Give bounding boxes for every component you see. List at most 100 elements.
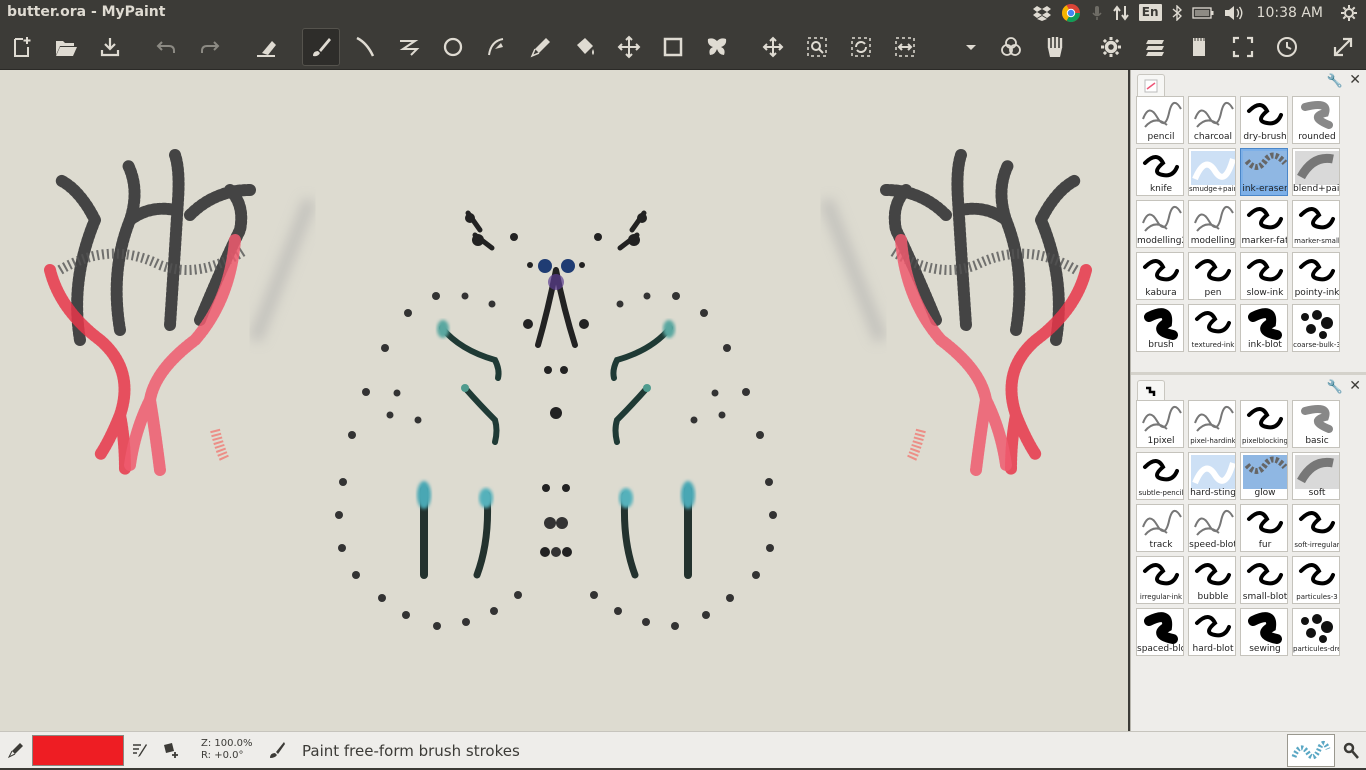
brush-coarse-bulk-3[interactable]: coarse-bulk-3: [1292, 304, 1340, 352]
brush-sewing[interactable]: sewing: [1240, 608, 1288, 656]
brush-ink-eraser[interactable]: ink-eraser: [1240, 148, 1288, 196]
drawing-canvas[interactable]: [0, 70, 1128, 731]
brush-speed-blot[interactable]: speed-blot: [1188, 504, 1236, 552]
ellipse-tool-icon[interactable]: [434, 28, 472, 66]
volume-icon[interactable]: [1224, 0, 1244, 25]
symmetry-butterfly-icon[interactable]: [698, 28, 736, 66]
current-color-swatch[interactable]: [32, 735, 124, 766]
brush-selector-icon[interactable]: [1036, 28, 1074, 66]
chrome-icon[interactable]: [1061, 0, 1081, 25]
brush-brush[interactable]: brush: [1136, 304, 1184, 352]
new-document-icon[interactable]: [3, 28, 41, 66]
window-titlebar: butter.ora - MyPaint En 10:38 AM: [0, 0, 1366, 25]
brush-pointy-ink[interactable]: pointy-ink: [1292, 252, 1340, 300]
preferences-gear-icon[interactable]: [1092, 28, 1130, 66]
brush-ink-blot[interactable]: ink-blot: [1240, 304, 1288, 352]
inking-tool-icon[interactable]: [346, 28, 384, 66]
brush-charcoal[interactable]: charcoal: [1188, 96, 1236, 144]
brush-dry-brush[interactable]: dry-brush: [1240, 96, 1288, 144]
rotate-view-icon[interactable]: [842, 28, 880, 66]
main-menu-icon[interactable]: [1136, 28, 1174, 66]
open-folder-icon[interactable]: [47, 28, 85, 66]
brush-knife[interactable]: knife: [1136, 148, 1184, 196]
brush-smudge-paint[interactable]: smudge+paint: [1188, 148, 1236, 196]
history-clock-icon[interactable]: [1268, 28, 1306, 66]
brush-small-blot[interactable]: small-blot: [1240, 556, 1288, 604]
zoom-view-icon[interactable]: [798, 28, 836, 66]
pin-icon[interactable]: 🔧: [1327, 74, 1343, 89]
undo-icon[interactable]: [147, 28, 185, 66]
brush-basic[interactable]: basic: [1292, 400, 1340, 448]
color-picker-icon[interactable]: [6, 740, 26, 760]
brush-pencil[interactable]: pencil: [1136, 96, 1184, 144]
brush-pixel-hardink[interactable]: pixel-hardink: [1188, 400, 1236, 448]
brush-group-tab-1[interactable]: [1137, 74, 1165, 96]
brush-group-tab-2[interactable]: [1137, 380, 1165, 402]
panel-divider[interactable]: [1131, 372, 1366, 375]
brush-kabura[interactable]: kabura: [1136, 252, 1184, 300]
brush-label: kabura: [1145, 288, 1177, 298]
brush-blend-paint[interactable]: blend+paint: [1292, 148, 1340, 196]
brush-irregular-ink[interactable]: irregular-ink: [1136, 556, 1184, 604]
brush-pen[interactable]: pen: [1188, 252, 1236, 300]
brush-modelling2[interactable]: modelling2: [1136, 200, 1184, 248]
eraser-icon[interactable]: [247, 28, 285, 66]
current-brush-preview[interactable]: [1287, 734, 1335, 767]
add-layer-icon[interactable]: [161, 740, 181, 760]
pin-icon[interactable]: 🔧: [1327, 380, 1343, 395]
clock[interactable]: 10:38 AM: [1257, 0, 1323, 25]
freehand-brush-icon[interactable]: [302, 28, 340, 66]
brush-marker-fat[interactable]: marker-fat: [1240, 200, 1288, 248]
close-icon[interactable]: ✕: [1349, 72, 1361, 88]
network-transfer-icon[interactable]: [1112, 0, 1129, 25]
brush-bubble[interactable]: bubble: [1188, 556, 1236, 604]
power-settings-icon[interactable]: [1340, 0, 1358, 25]
close-icon[interactable]: ✕: [1349, 378, 1361, 394]
redo-icon[interactable]: [191, 28, 229, 66]
flood-fill-icon[interactable]: [566, 28, 604, 66]
brush-rounded[interactable]: rounded: [1292, 96, 1340, 144]
brush-hard-blot[interactable]: hard-blot: [1188, 608, 1236, 656]
dropbox-icon[interactable]: [1032, 0, 1051, 25]
bezier-curve-icon[interactable]: [478, 28, 516, 66]
expand-panels-icon[interactable]: [1324, 28, 1362, 66]
brush-soft[interactable]: soft: [1292, 452, 1340, 500]
brush-subtle-pencil[interactable]: subtle-pencil: [1136, 452, 1184, 500]
brush-modelling[interactable]: modelling: [1188, 200, 1236, 248]
brush-slow-ink[interactable]: slow-ink: [1240, 252, 1288, 300]
brush-mode-icon: [267, 740, 287, 760]
scratchpad-icon[interactable]: [1180, 28, 1218, 66]
brush-1pixel[interactable]: 1pixel: [1136, 400, 1184, 448]
more-tools-dropdown-icon[interactable]: [952, 28, 990, 66]
brush-settings-icon[interactable]: [1341, 740, 1361, 760]
brush-soft-irregular[interactable]: soft-irregular: [1292, 504, 1340, 552]
color-mixer-icon[interactable]: [992, 28, 1030, 66]
brush-label: rounded: [1298, 132, 1336, 142]
brush-textured-ink[interactable]: textured-ink: [1188, 304, 1236, 352]
bluetooth-icon[interactable]: [1172, 0, 1182, 25]
brush-spaced-blot[interactable]: spaced-blot: [1136, 608, 1184, 656]
keyboard-layout-indicator[interactable]: En: [1138, 4, 1162, 21]
brush-glow[interactable]: glow: [1240, 452, 1288, 500]
move-view-icon[interactable]: [754, 28, 792, 66]
microphone-icon[interactable]: [1091, 0, 1103, 25]
frame-tool-icon[interactable]: [654, 28, 692, 66]
brush-track[interactable]: track: [1136, 504, 1184, 552]
connected-lines-icon[interactable]: [390, 28, 428, 66]
edit-brush-settings-icon[interactable]: [130, 740, 150, 760]
battery-icon[interactable]: [1191, 0, 1214, 25]
fullscreen-icon[interactable]: [1224, 28, 1262, 66]
save-icon[interactable]: [91, 28, 129, 66]
brush-label: soft-irregular: [1294, 541, 1340, 549]
color-picker-icon[interactable]: [522, 28, 560, 66]
brush-hard-sting[interactable]: hard-sting: [1188, 452, 1236, 500]
brush-marker-small[interactable]: marker-small: [1292, 200, 1340, 248]
brush-particules-dreams[interactable]: particules-dreams: [1292, 608, 1340, 656]
pan-view-icon[interactable]: [610, 28, 648, 66]
brush-pixelblocking[interactable]: pixelblocking: [1240, 400, 1288, 448]
brush-label: pencil: [1147, 132, 1175, 142]
flip-view-icon[interactable]: [886, 28, 924, 66]
brush-fur[interactable]: fur: [1240, 504, 1288, 552]
brush-particules-3[interactable]: particules-3: [1292, 556, 1340, 604]
main-toolbar: [0, 25, 1366, 70]
